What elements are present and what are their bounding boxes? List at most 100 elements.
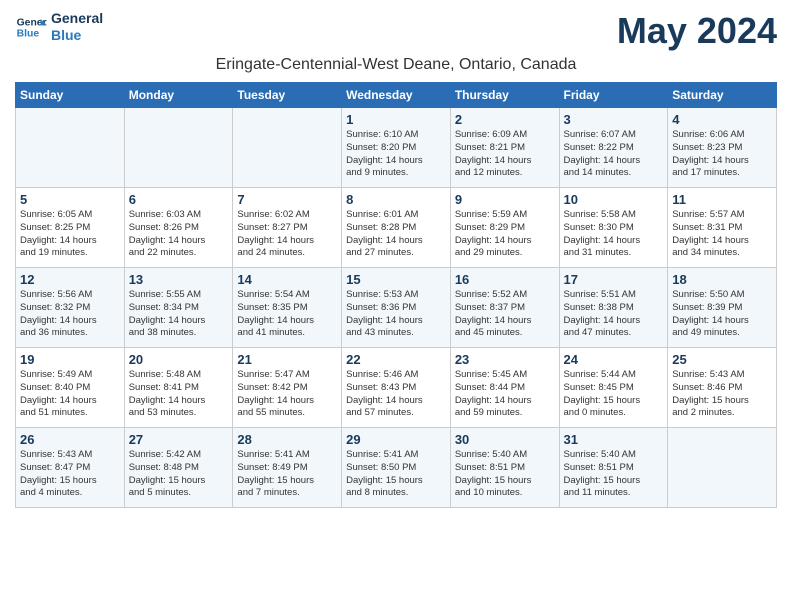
calendar-cell: 2 Sunrise: 6:09 AMSunset: 8:21 PMDaylight… (450, 108, 559, 188)
calendar-cell (668, 428, 777, 508)
day-detail: Sunrise: 5:55 AMSunset: 8:34 PMDaylight:… (129, 289, 229, 340)
calendar-cell: 31 Sunrise: 5:40 AMSunset: 8:51 PMDayligh… (559, 428, 668, 508)
day-detail: Sunrise: 5:50 AMSunset: 8:39 PMDaylight:… (672, 289, 772, 340)
weekday-header-monday: Monday (124, 83, 233, 108)
day-number: 25 (672, 352, 772, 367)
day-detail: Sunrise: 5:57 AMSunset: 8:31 PMDaylight:… (672, 209, 772, 260)
calendar-cell (233, 108, 342, 188)
weekday-header-row: SundayMondayTuesdayWednesdayThursdayFrid… (16, 83, 777, 108)
day-number: 31 (564, 432, 664, 447)
week-row-3: 12Sunrise: 5:56 AMSunset: 8:32 PMDayligh… (16, 268, 777, 348)
calendar-cell (16, 108, 125, 188)
calendar-cell: 16 Sunrise: 5:52 AMSunset: 8:37 PMDayligh… (450, 268, 559, 348)
day-detail: Sunrise: 6:03 AMSunset: 8:26 PMDaylight:… (129, 209, 229, 260)
day-number: 3 (564, 112, 664, 127)
day-number: 29 (346, 432, 446, 447)
day-number: 21 (237, 352, 337, 367)
day-detail: Sunrise: 5:58 AMSunset: 8:30 PMDaylight:… (564, 209, 664, 260)
calendar-cell: 10 Sunrise: 5:58 AMSunset: 8:30 PMDayligh… (559, 188, 668, 268)
calendar-cell: 29 Sunrise: 5:41 AMSunset: 8:50 PMDayligh… (342, 428, 451, 508)
calendar-cell: 8Sunrise: 6:01 AMSunset: 8:28 PMDaylight… (342, 188, 451, 268)
day-number: 17 (564, 272, 664, 287)
weekday-header-thursday: Thursday (450, 83, 559, 108)
day-number: 9 (455, 192, 555, 207)
calendar-cell: 19Sunrise: 5:49 AMSunset: 8:40 PMDayligh… (16, 348, 125, 428)
day-number: 26 (20, 432, 120, 447)
day-number: 23 (455, 352, 555, 367)
day-number: 20 (129, 352, 229, 367)
day-detail: Sunrise: 5:40 AMSunset: 8:51 PMDaylight:… (455, 449, 555, 500)
day-number: 28 (237, 432, 337, 447)
calendar-cell: 14 Sunrise: 5:54 AMSunset: 8:35 PMDayligh… (233, 268, 342, 348)
week-row-5: 26 Sunrise: 5:43 AMSunset: 8:47 PMDayligh… (16, 428, 777, 508)
day-number: 13 (129, 272, 229, 287)
day-detail: Sunrise: 5:47 AMSunset: 8:42 PMDaylight:… (237, 369, 337, 420)
day-number: 10 (564, 192, 664, 207)
day-number: 2 (455, 112, 555, 127)
month-title: May 2024 (617, 10, 777, 52)
day-number: 22 (346, 352, 446, 367)
day-number: 19 (20, 352, 120, 367)
logo-icon: General Blue (15, 11, 47, 43)
day-number: 7 (237, 192, 337, 207)
weekday-header-wednesday: Wednesday (342, 83, 451, 108)
weekday-header-friday: Friday (559, 83, 668, 108)
week-row-1: 1Sunrise: 6:10 AMSunset: 8:20 PMDaylight… (16, 108, 777, 188)
week-row-2: 5Sunrise: 6:05 AMSunset: 8:25 PMDaylight… (16, 188, 777, 268)
day-detail: Sunrise: 5:52 AMSunset: 8:37 PMDaylight:… (455, 289, 555, 340)
day-number: 6 (129, 192, 229, 207)
day-detail: Sunrise: 5:59 AMSunset: 8:29 PMDaylight:… (455, 209, 555, 260)
day-detail: Sunrise: 6:06 AMSunset: 8:23 PMDaylight:… (672, 129, 772, 180)
calendar-cell (124, 108, 233, 188)
calendar-cell: 26 Sunrise: 5:43 AMSunset: 8:47 PMDayligh… (16, 428, 125, 508)
calendar-cell: 22Sunrise: 5:46 AMSunset: 8:43 PMDayligh… (342, 348, 451, 428)
calendar-cell: 17 Sunrise: 5:51 AMSunset: 8:38 PMDayligh… (559, 268, 668, 348)
day-number: 14 (237, 272, 337, 287)
day-number: 4 (672, 112, 772, 127)
day-detail: Sunrise: 5:45 AMSunset: 8:44 PMDaylight:… (455, 369, 555, 420)
day-number: 18 (672, 272, 772, 287)
logo-subtext: Blue (51, 27, 103, 44)
calendar-table: SundayMondayTuesdayWednesdayThursdayFrid… (15, 82, 777, 508)
calendar-cell: 1Sunrise: 6:10 AMSunset: 8:20 PMDaylight… (342, 108, 451, 188)
calendar-cell: 23 Sunrise: 5:45 AMSunset: 8:44 PMDayligh… (450, 348, 559, 428)
day-detail: Sunrise: 5:43 AMSunset: 8:47 PMDaylight:… (20, 449, 120, 500)
calendar-cell: 30 Sunrise: 5:40 AMSunset: 8:51 PMDayligh… (450, 428, 559, 508)
calendar-cell: 7 Sunrise: 6:02 AMSunset: 8:27 PMDaylight… (233, 188, 342, 268)
day-detail: Sunrise: 5:51 AMSunset: 8:38 PMDaylight:… (564, 289, 664, 340)
calendar-cell: 18 Sunrise: 5:50 AMSunset: 8:39 PMDayligh… (668, 268, 777, 348)
day-number: 12 (20, 272, 120, 287)
calendar-cell: 4 Sunrise: 6:06 AMSunset: 8:23 PMDaylight… (668, 108, 777, 188)
calendar-cell: 6 Sunrise: 6:03 AMSunset: 8:26 PMDaylight… (124, 188, 233, 268)
day-number: 27 (129, 432, 229, 447)
day-number: 1 (346, 112, 446, 127)
weekday-header-saturday: Saturday (668, 83, 777, 108)
day-number: 8 (346, 192, 446, 207)
day-detail: Sunrise: 5:48 AMSunset: 8:41 PMDaylight:… (129, 369, 229, 420)
day-detail: Sunrise: 5:40 AMSunset: 8:51 PMDaylight:… (564, 449, 664, 500)
day-number: 16 (455, 272, 555, 287)
day-detail: Sunrise: 5:44 AMSunset: 8:45 PMDaylight:… (564, 369, 664, 420)
calendar-cell: 27 Sunrise: 5:42 AMSunset: 8:48 PMDayligh… (124, 428, 233, 508)
weekday-header-sunday: Sunday (16, 83, 125, 108)
day-detail: Sunrise: 6:02 AMSunset: 8:27 PMDaylight:… (237, 209, 337, 260)
calendar-cell: 25 Sunrise: 5:43 AMSunset: 8:46 PMDayligh… (668, 348, 777, 428)
day-detail: Sunrise: 5:41 AMSunset: 8:50 PMDaylight:… (346, 449, 446, 500)
logo: General Blue General Blue (15, 10, 103, 44)
calendar-cell: 28Sunrise: 5:41 AMSunset: 8:49 PMDayligh… (233, 428, 342, 508)
day-detail: Sunrise: 5:42 AMSunset: 8:48 PMDaylight:… (129, 449, 229, 500)
day-detail: Sunrise: 5:43 AMSunset: 8:46 PMDaylight:… (672, 369, 772, 420)
calendar-cell: 3 Sunrise: 6:07 AMSunset: 8:22 PMDaylight… (559, 108, 668, 188)
day-detail: Sunrise: 6:09 AMSunset: 8:21 PMDaylight:… (455, 129, 555, 180)
location-title: Eringate-Centennial-West Deane, Ontario,… (15, 56, 777, 74)
svg-text:Blue: Blue (17, 28, 40, 39)
day-number: 24 (564, 352, 664, 367)
calendar-cell: 12Sunrise: 5:56 AMSunset: 8:32 PMDayligh… (16, 268, 125, 348)
day-detail: Sunrise: 6:05 AMSunset: 8:25 PMDaylight:… (20, 209, 120, 260)
day-number: 11 (672, 192, 772, 207)
logo-text: General (51, 10, 103, 27)
calendar-cell: 20 Sunrise: 5:48 AMSunset: 8:41 PMDayligh… (124, 348, 233, 428)
day-detail: Sunrise: 6:07 AMSunset: 8:22 PMDaylight:… (564, 129, 664, 180)
day-detail: Sunrise: 5:54 AMSunset: 8:35 PMDaylight:… (237, 289, 337, 340)
day-number: 30 (455, 432, 555, 447)
